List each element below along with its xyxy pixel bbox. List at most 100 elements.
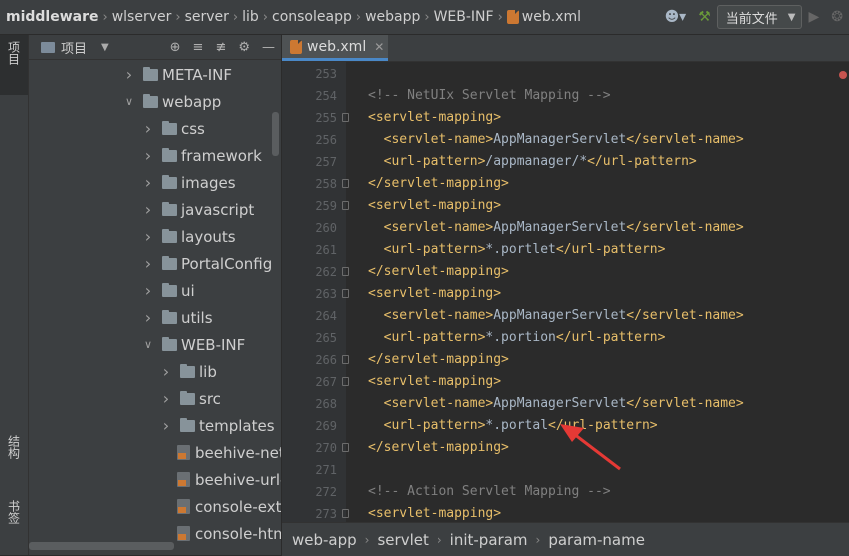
tree-item-web-inf[interactable]: ∨ WEB-INF	[142, 331, 245, 358]
code-line: 268 <servlet-name>AppManagerServlet</ser…	[282, 393, 849, 415]
breadcrumb-separator-icon: ›	[497, 9, 503, 25]
tree-item-css[interactable]: › css	[142, 115, 205, 142]
chevron-right-icon[interactable]: ›	[123, 65, 135, 84]
chevron-right-icon[interactable]: ›	[142, 308, 154, 327]
tree-horizontal-scrollbar[interactable]	[29, 542, 174, 550]
fold-marker-icon[interactable]	[342, 201, 349, 210]
chevron-right-icon[interactable]: ›	[142, 281, 154, 300]
code-area[interactable]: 253 254 <!-- NetUIx Servlet Mapping --> 255…	[282, 62, 849, 527]
locate-icon[interactable]: ⊕	[170, 40, 181, 55]
debug-icon[interactable]: ❂	[831, 9, 843, 25]
tree-item-templates[interactable]: › templates	[160, 412, 275, 439]
fold-marker-icon[interactable]	[342, 179, 349, 188]
code-text: </servlet-mapping>	[368, 352, 509, 367]
hammer-icon[interactable]: ⚒	[698, 9, 711, 25]
breadcrumb-item[interactable]: webapp	[365, 9, 420, 25]
bookmarks-tab-label: 书签	[6, 500, 21, 524]
code-line: 255 <servlet-mapping>	[282, 107, 849, 129]
folder-icon	[162, 282, 177, 297]
fold-marker-icon[interactable]	[342, 377, 349, 386]
tree-item-beehive-url-[interactable]: beehive-url-	[177, 466, 281, 493]
breadcrumb-item[interactable]: consoleapp	[272, 9, 352, 25]
tree-item-ui[interactable]: › ui	[142, 277, 195, 304]
code-line: 265 <url-pattern>*.portion</url-pattern>	[282, 327, 849, 349]
tree-item-label: templates	[199, 416, 275, 435]
tree-item-layouts[interactable]: › layouts	[142, 223, 236, 250]
tree-item-lib[interactable]: › lib	[160, 358, 217, 385]
chevron-right-icon[interactable]: ›	[142, 173, 154, 192]
line-number: 272	[315, 485, 337, 499]
code-text: <servlet-mapping>	[368, 198, 502, 213]
fold-marker-icon[interactable]	[342, 267, 349, 276]
fold-marker-icon[interactable]	[342, 355, 349, 364]
project-tool-tab[interactable]: 项目	[0, 35, 28, 95]
tree-item-meta-inf[interactable]: › META-INF	[123, 61, 232, 88]
xml-path-item[interactable]: servlet	[377, 531, 428, 549]
tree-item-portalconfig[interactable]: › PortalConfig	[142, 250, 272, 277]
code-line: 261 <url-pattern>*.portlet</url-pattern>	[282, 239, 849, 261]
user-icon[interactable]: ☻▾	[665, 9, 687, 25]
tree-item-images[interactable]: › images	[142, 169, 236, 196]
minimize-icon[interactable]: —	[262, 40, 275, 55]
tree-item-webapp[interactable]: ∨ webapp	[123, 88, 221, 115]
xml-path-item[interactable]: web-app	[292, 531, 357, 549]
chevron-right-icon[interactable]: ›	[142, 146, 154, 165]
expand-all-icon[interactable]: ≡	[193, 40, 204, 55]
fold-marker-icon[interactable]	[342, 289, 349, 298]
fold-marker-icon[interactable]	[342, 509, 349, 518]
line-number: 265	[315, 331, 337, 345]
line-number: 256	[315, 133, 337, 147]
project-panel-title[interactable]: 项目	[61, 38, 87, 57]
folder-icon	[180, 363, 195, 378]
bookmarks-tool-tab[interactable]: 书签	[0, 500, 28, 550]
chevron-right-icon[interactable]: ›	[160, 389, 172, 408]
line-number: 261	[315, 243, 337, 257]
structure-tool-tab[interactable]: 结构	[0, 435, 28, 485]
run-icon[interactable]: ▶	[808, 9, 819, 25]
code-line: 267 <servlet-mapping>	[282, 371, 849, 393]
xml-path-item[interactable]: init-param	[450, 531, 528, 549]
chevron-down-icon[interactable]: ▼	[101, 42, 109, 53]
folder-icon	[162, 255, 177, 270]
close-icon[interactable]: ✕	[374, 40, 384, 54]
chevron-right-icon[interactable]: ›	[160, 416, 172, 435]
run-config-dropdown[interactable]: 当前文件 ▼	[716, 5, 803, 29]
tree-item-utils[interactable]: › utils	[142, 304, 213, 331]
fold-marker-icon[interactable]	[342, 443, 349, 452]
tree-item-javascript[interactable]: › javascript	[142, 196, 254, 223]
breadcrumb-item[interactable]: WEB-INF	[434, 9, 494, 25]
tree-item-framework[interactable]: › framework	[142, 142, 262, 169]
chevron-right-icon[interactable]: ›	[142, 227, 154, 246]
code-text: <!-- Action Servlet Mapping -->	[368, 484, 611, 499]
gear-icon[interactable]: ⚙	[238, 40, 250, 55]
error-marker-icon[interactable]	[839, 71, 847, 79]
breadcrumb-item[interactable]: lib	[242, 9, 259, 25]
breadcrumb: middleware › wlserver › server › lib › consoleap…	[0, 9, 581, 25]
breadcrumb-item[interactable]: web.xml	[522, 9, 581, 25]
chevron-right-icon[interactable]: ›	[142, 200, 154, 219]
tree-item-label: webapp	[162, 92, 222, 111]
breadcrumb-item[interactable]: wlserver	[112, 9, 172, 25]
collapse-all-icon[interactable]: ≢	[215, 40, 226, 55]
chevron-right-icon[interactable]: ›	[142, 119, 154, 138]
editor: web.xml ✕ 253 254 <!-- NetUIx Servlet Mapp…	[282, 35, 849, 555]
line-number: 264	[315, 309, 337, 323]
breadcrumb-item[interactable]: server	[185, 9, 229, 25]
chevron-down-icon[interactable]: ∨	[123, 95, 135, 108]
line-number: 257	[315, 155, 337, 169]
chevron-down-icon[interactable]: ∨	[142, 338, 154, 351]
tree-item-beehive-net[interactable]: beehive-net	[177, 439, 281, 466]
tree-item-src[interactable]: › src	[160, 385, 221, 412]
fold-marker-icon[interactable]	[342, 113, 349, 122]
xml-path-item[interactable]: param-name	[548, 531, 645, 549]
tree-item-label: css	[181, 119, 205, 138]
chevron-right-icon[interactable]: ›	[160, 362, 172, 381]
tree-item-console-htm[interactable]: console-htm	[177, 520, 281, 547]
tree-item-console-exte[interactable]: console-exte	[177, 493, 281, 520]
code-line: 263 <servlet-mapping>	[282, 283, 849, 305]
tree-vertical-scrollbar[interactable]	[272, 112, 279, 156]
tab-web-xml[interactable]: web.xml ✕	[282, 35, 388, 61]
breadcrumb-item[interactable]: middleware	[6, 9, 99, 25]
line-number: 271	[315, 463, 337, 477]
chevron-right-icon[interactable]: ›	[142, 254, 154, 273]
